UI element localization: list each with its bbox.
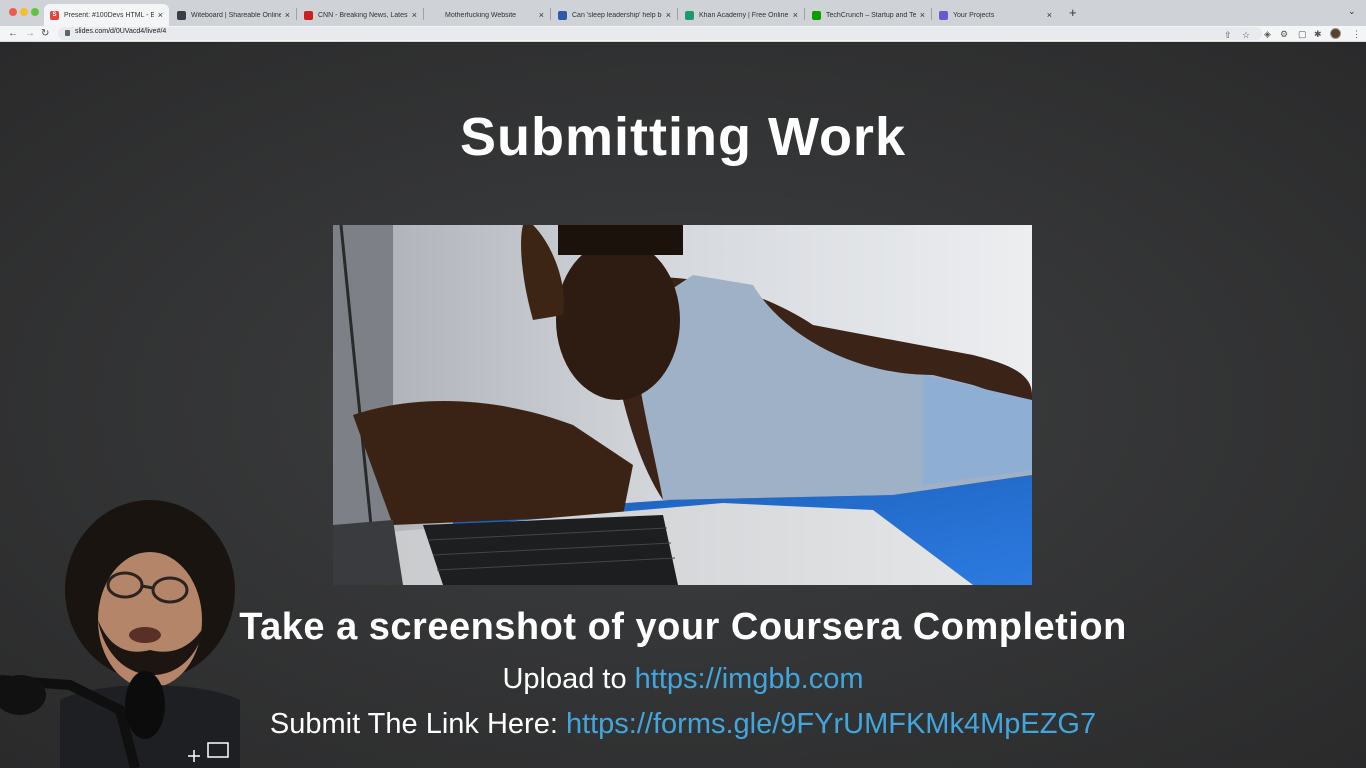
tab-separator	[931, 8, 932, 20]
tab-favicon-icon	[177, 10, 186, 20]
tab-favicon-icon	[685, 10, 694, 20]
close-tab-icon[interactable]: ×	[285, 10, 290, 20]
browser-tab[interactable]: Khan Academy | Free Online C ×	[679, 4, 804, 26]
tab-favicon-icon	[431, 11, 440, 20]
tab-title: TechCrunch – Startup and Tec	[826, 11, 916, 19]
tab-separator	[296, 8, 297, 20]
tab-separator	[804, 8, 805, 20]
close-tab-icon[interactable]: ×	[412, 10, 417, 20]
address-bar-url: slides.com/d/0UVacd4/live#/4	[75, 28, 167, 35]
forward-arrow-icon[interactable]: →	[25, 27, 35, 41]
browser-tab[interactable]: Can 'sleep leadership' help bo ×	[552, 4, 677, 26]
address-bar[interactable]: slides.com/d/0UVacd4/live#/4 ⇧ ☆	[58, 27, 1262, 40]
shield-extension-icon[interactable]: ◈	[1264, 28, 1271, 40]
kebab-menu-icon[interactable]: ⋮	[1352, 28, 1361, 40]
share-icon[interactable]: ⇧	[1224, 29, 1232, 41]
browser-tab[interactable]: Motherfucking Website ×	[425, 4, 550, 26]
tab-favicon-icon	[304, 10, 313, 20]
plus-icon[interactable]: +	[1069, 5, 1077, 20]
window-extension-icon[interactable]: ▢	[1298, 28, 1307, 40]
imgbb-link[interactable]: https://imgbb.com	[635, 663, 864, 695]
back-arrow-icon[interactable]: ←	[8, 27, 18, 41]
google-form-link[interactable]: https://forms.gle/9FYrUMFKMk4MpEZG7	[566, 708, 1096, 740]
close-window-button[interactable]	[9, 8, 17, 16]
tab-favicon-icon: S	[50, 10, 59, 20]
lock-icon	[65, 30, 70, 36]
slide-photo-man-at-laptop	[333, 225, 1032, 585]
close-tab-icon[interactable]: ×	[539, 10, 544, 20]
browser-tab[interactable]: CNN - Breaking News, Latest N ×	[298, 4, 423, 26]
tab-title: Motherfucking Website	[445, 11, 517, 19]
browser-tab-strip: S Present: #100Devs HTML - Eve × Witeboard …	[0, 0, 1366, 26]
close-tab-icon[interactable]: ×	[920, 10, 925, 20]
webcam-overlay-presenter	[0, 500, 240, 768]
tab-separator	[423, 8, 424, 20]
tab-title: Can 'sleep leadership' help bo	[572, 11, 662, 19]
tab-favicon-icon	[558, 10, 567, 20]
browser-tab[interactable]: TechCrunch – Startup and Tec ×	[806, 4, 931, 26]
maximize-window-button[interactable]	[31, 8, 39, 16]
tab-title: Witeboard | Shareable Online	[191, 11, 281, 19]
browser-tab[interactable]: S Present: #100Devs HTML - Eve ×	[44, 4, 169, 26]
chevron-down-icon[interactable]: ⌄	[1348, 6, 1356, 17]
tab-title: Present: #100Devs HTML - Eve	[64, 11, 154, 19]
tab-separator	[677, 8, 678, 20]
extension-icon[interactable]: ⚙	[1280, 28, 1288, 40]
browser-tab[interactable]: Your Projects ×	[933, 4, 1058, 26]
profile-avatar[interactable]	[1330, 28, 1341, 39]
minimize-window-button[interactable]	[20, 8, 28, 16]
reload-icon[interactable]: ↻	[41, 27, 49, 41]
tab-separator	[550, 8, 551, 20]
submit-label: Submit The Link Here:	[269, 708, 566, 740]
slide-title: Submitting Work	[460, 107, 906, 167]
tab-title: CNN - Breaking News, Latest N	[318, 11, 408, 19]
puzzle-extensions-icon[interactable]: ✱	[1314, 28, 1322, 40]
close-tab-icon[interactable]: ×	[793, 10, 798, 20]
upload-label: Upload to	[502, 663, 635, 695]
close-tab-icon[interactable]: ×	[666, 10, 671, 20]
browser-toolbar: ← → ↻ slides.com/d/0UVacd4/live#/4 ⇧ ☆ ◈…	[0, 26, 1366, 42]
bookmark-star-icon[interactable]: ☆	[1242, 29, 1250, 41]
close-tab-icon[interactable]: ×	[158, 10, 163, 20]
tab-title: Your Projects	[953, 11, 995, 19]
close-tab-icon[interactable]: ×	[1047, 10, 1052, 20]
tab-favicon-icon	[939, 10, 948, 20]
tab-title: Khan Academy | Free Online C	[699, 11, 789, 19]
browser-tab[interactable]: Witeboard | Shareable Online ×	[171, 4, 296, 26]
tab-favicon-icon	[812, 10, 821, 20]
